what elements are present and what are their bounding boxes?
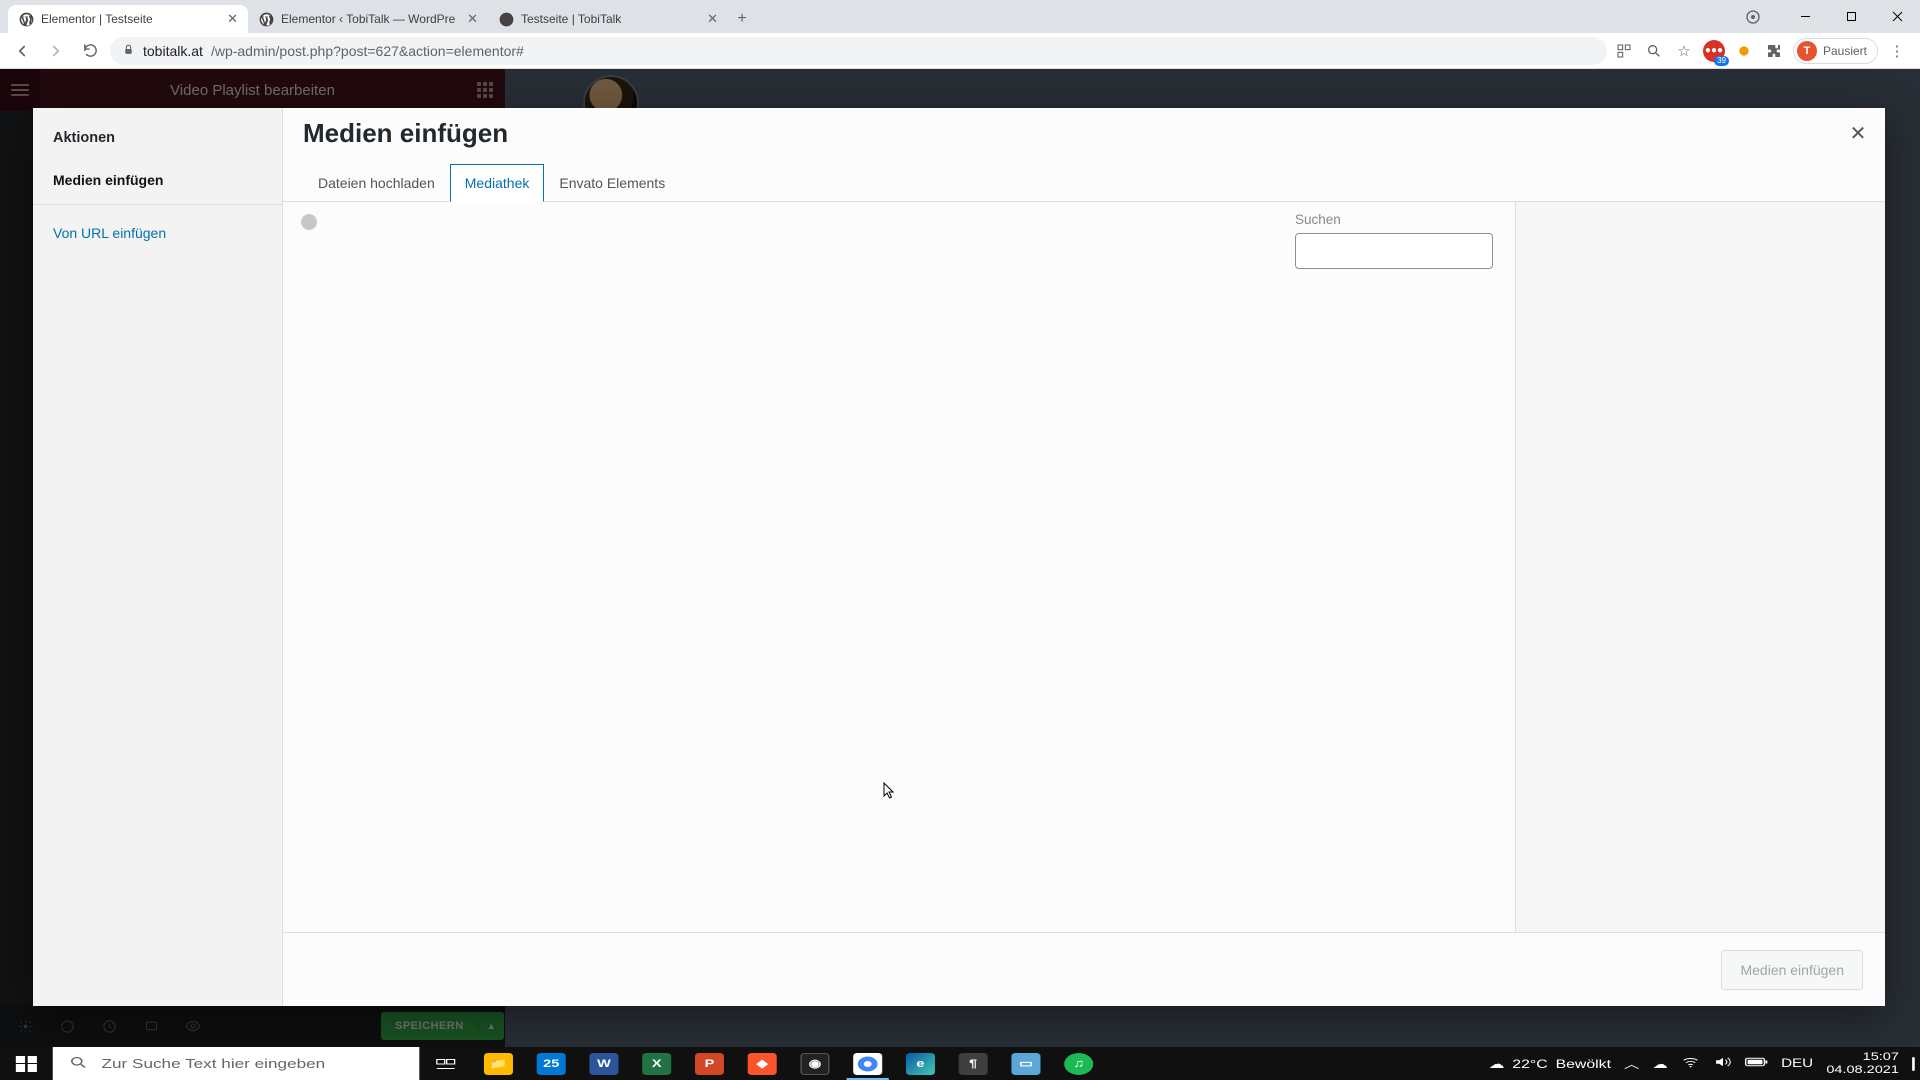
tray-onedrive-icon[interactable]: ☁ bbox=[1653, 1057, 1668, 1071]
tab-title: Elementor ‹ TobiTalk — WordPre bbox=[281, 12, 460, 26]
zoom-icon[interactable] bbox=[1643, 40, 1665, 62]
wordpress-icon bbox=[18, 11, 34, 27]
browser-tab-1[interactable]: Elementor ‹ TobiTalk — WordPre ✕ bbox=[248, 5, 488, 33]
tab-close-icon[interactable]: ✕ bbox=[467, 11, 478, 27]
mouse-cursor-icon bbox=[883, 782, 895, 800]
media-search-pane: Suchen bbox=[1295, 202, 1515, 932]
profile-avatar: T bbox=[1797, 41, 1817, 61]
app-obs[interactable]: ◉ bbox=[789, 1047, 842, 1080]
wordpress-icon bbox=[498, 11, 514, 27]
taskbar-search[interactable]: Zur Suche Text hier eingeben bbox=[53, 1047, 420, 1080]
profile-status: Pausiert bbox=[1823, 44, 1867, 58]
search-label: Suchen bbox=[1295, 212, 1497, 227]
search-placeholder: Zur Suche Text hier eingeben bbox=[102, 1056, 326, 1071]
tray-notifications-icon[interactable] bbox=[1912, 1058, 1915, 1070]
tab-close-icon[interactable]: ✕ bbox=[707, 11, 718, 27]
tab-title: Elementor | Testseite bbox=[41, 12, 220, 26]
app-spotify[interactable]: ♫ bbox=[1052, 1047, 1105, 1080]
wordpress-icon bbox=[258, 11, 274, 27]
extensions-puzzle-icon[interactable] bbox=[1763, 40, 1785, 62]
clock-time: 15:07 bbox=[1826, 1051, 1899, 1064]
search-input[interactable] bbox=[1295, 233, 1493, 269]
window-maximize-button[interactable] bbox=[1828, 2, 1874, 32]
start-button[interactable] bbox=[0, 1047, 53, 1080]
app-file-explorer[interactable]: 📁 bbox=[472, 1047, 525, 1080]
app-notepad[interactable]: ▭ bbox=[1000, 1047, 1053, 1080]
insert-media-button[interactable]: Medien einfügen bbox=[1721, 950, 1863, 990]
address-bar[interactable]: tobitalk.at/wp-admin/post.php?post=627&a… bbox=[110, 37, 1607, 65]
window-minimize-button[interactable] bbox=[1782, 2, 1828, 32]
modal-close-button[interactable]: ✕ bbox=[1843, 118, 1873, 148]
weather-temp: 22°C bbox=[1512, 1057, 1547, 1071]
browser-tab-2[interactable]: Testseite | TobiTalk ✕ bbox=[488, 5, 728, 33]
sidebar-action-insert-from-url[interactable]: Von URL einfügen bbox=[33, 215, 282, 251]
media-details-pane bbox=[1515, 202, 1885, 932]
task-view-button[interactable] bbox=[419, 1047, 472, 1080]
app-excel[interactable]: X bbox=[630, 1047, 683, 1080]
tray-language[interactable]: DEU bbox=[1781, 1058, 1813, 1070]
taskbar-tray: ☁ 22°C Bewölkt ︿ ☁ DEU 15:07 04.08.2021 bbox=[1489, 1047, 1920, 1080]
extension-lastpass-icon[interactable]: ●●●39 bbox=[1703, 40, 1725, 62]
tray-clock[interactable]: 15:07 04.08.2021 bbox=[1826, 1051, 1899, 1076]
forward-button[interactable] bbox=[42, 37, 70, 65]
app-edge[interactable]: e bbox=[894, 1047, 947, 1080]
tray-volume-icon[interactable] bbox=[1713, 1055, 1731, 1072]
qr-icon[interactable] bbox=[1613, 40, 1635, 62]
tab-title: Testseite | TobiTalk bbox=[521, 12, 700, 26]
lock-icon bbox=[122, 43, 135, 59]
media-grid[interactable] bbox=[283, 202, 1295, 932]
extension-icon[interactable] bbox=[1733, 40, 1755, 62]
browser-tabstrip: Elementor | Testseite ✕ Elementor ‹ Tobi… bbox=[0, 0, 1920, 33]
app-chrome[interactable] bbox=[841, 1047, 894, 1080]
sidebar-action-insert-media[interactable]: Medien einfügen bbox=[33, 162, 282, 205]
window-controls bbox=[1742, 0, 1920, 33]
search-icon bbox=[69, 1055, 89, 1073]
modal-sidebar: Aktionen Medien einfügen Von URL einfüge… bbox=[33, 108, 283, 1006]
page-viewport: Video Playlist bearbeiten SPEICHERN▲ Akt… bbox=[0, 69, 1920, 1047]
modal-body: Suchen bbox=[283, 202, 1885, 932]
taskbar-apps: 📁 25 W X P ◆ ◉ e ¶ ▭ ♫ bbox=[419, 1047, 1105, 1080]
bookmark-star-icon[interactable]: ☆ bbox=[1673, 40, 1695, 62]
app-notepadpp[interactable]: ¶ bbox=[947, 1047, 1000, 1080]
url-host: tobitalk.at bbox=[143, 43, 203, 59]
loading-spinner-icon bbox=[301, 214, 317, 230]
clock-date: 04.08.2021 bbox=[1826, 1064, 1899, 1077]
windows-taskbar: Zur Suche Text hier eingeben 📁 25 W X P … bbox=[0, 1047, 1920, 1080]
browser-tab-0[interactable]: Elementor | Testseite ✕ bbox=[8, 5, 248, 33]
chrome-menu-icon[interactable]: ⋮ bbox=[1886, 40, 1908, 62]
tab-media-library[interactable]: Mediathek bbox=[450, 164, 545, 202]
modal-main: ✕ Medien einfügen Dateien hochladen Medi… bbox=[283, 108, 1885, 1006]
modal-title: Medien einfügen bbox=[283, 108, 1885, 163]
tab-close-icon[interactable]: ✕ bbox=[227, 11, 238, 27]
new-tab-button[interactable]: + bbox=[728, 5, 756, 33]
app-mail[interactable]: 25 bbox=[525, 1047, 578, 1080]
tray-wifi-icon[interactable] bbox=[1681, 1055, 1699, 1072]
app-powerpoint[interactable]: P bbox=[683, 1047, 736, 1080]
extension-badge: 39 bbox=[1714, 56, 1729, 66]
window-close-button[interactable] bbox=[1874, 2, 1920, 32]
weather-cond: Bewölkt bbox=[1556, 1057, 1611, 1071]
modal-footer: Medien einfügen bbox=[283, 932, 1885, 1006]
browser-toolbar: tobitalk.at/wp-admin/post.php?post=627&a… bbox=[0, 33, 1920, 69]
app-word[interactable]: W bbox=[578, 1047, 631, 1080]
reload-button[interactable] bbox=[76, 37, 104, 65]
tray-battery-icon[interactable] bbox=[1744, 1056, 1768, 1071]
media-modal: Aktionen Medien einfügen Von URL einfüge… bbox=[33, 108, 1885, 1006]
back-button[interactable] bbox=[8, 37, 36, 65]
tab-envato-elements[interactable]: Envato Elements bbox=[544, 164, 680, 202]
toolbar-right: ☆ ●●●39 T Pausiert ⋮ bbox=[1613, 38, 1912, 64]
app-brave[interactable]: ◆ bbox=[736, 1047, 789, 1080]
sidebar-heading: Aktionen bbox=[33, 118, 282, 162]
profile-chip[interactable]: T Pausiert bbox=[1793, 38, 1878, 64]
chrome-account-icon[interactable] bbox=[1742, 6, 1764, 28]
tab-upload-files[interactable]: Dateien hochladen bbox=[303, 164, 450, 202]
url-path: /wp-admin/post.php?post=627&action=eleme… bbox=[211, 43, 524, 59]
tray-chevron-up-icon[interactable]: ︿ bbox=[1624, 1056, 1639, 1072]
cloud-icon: ☁ bbox=[1489, 1057, 1505, 1071]
weather-widget[interactable]: ☁ 22°C Bewölkt bbox=[1489, 1057, 1611, 1071]
modal-tabs: Dateien hochladen Mediathek Envato Eleme… bbox=[283, 163, 1885, 202]
